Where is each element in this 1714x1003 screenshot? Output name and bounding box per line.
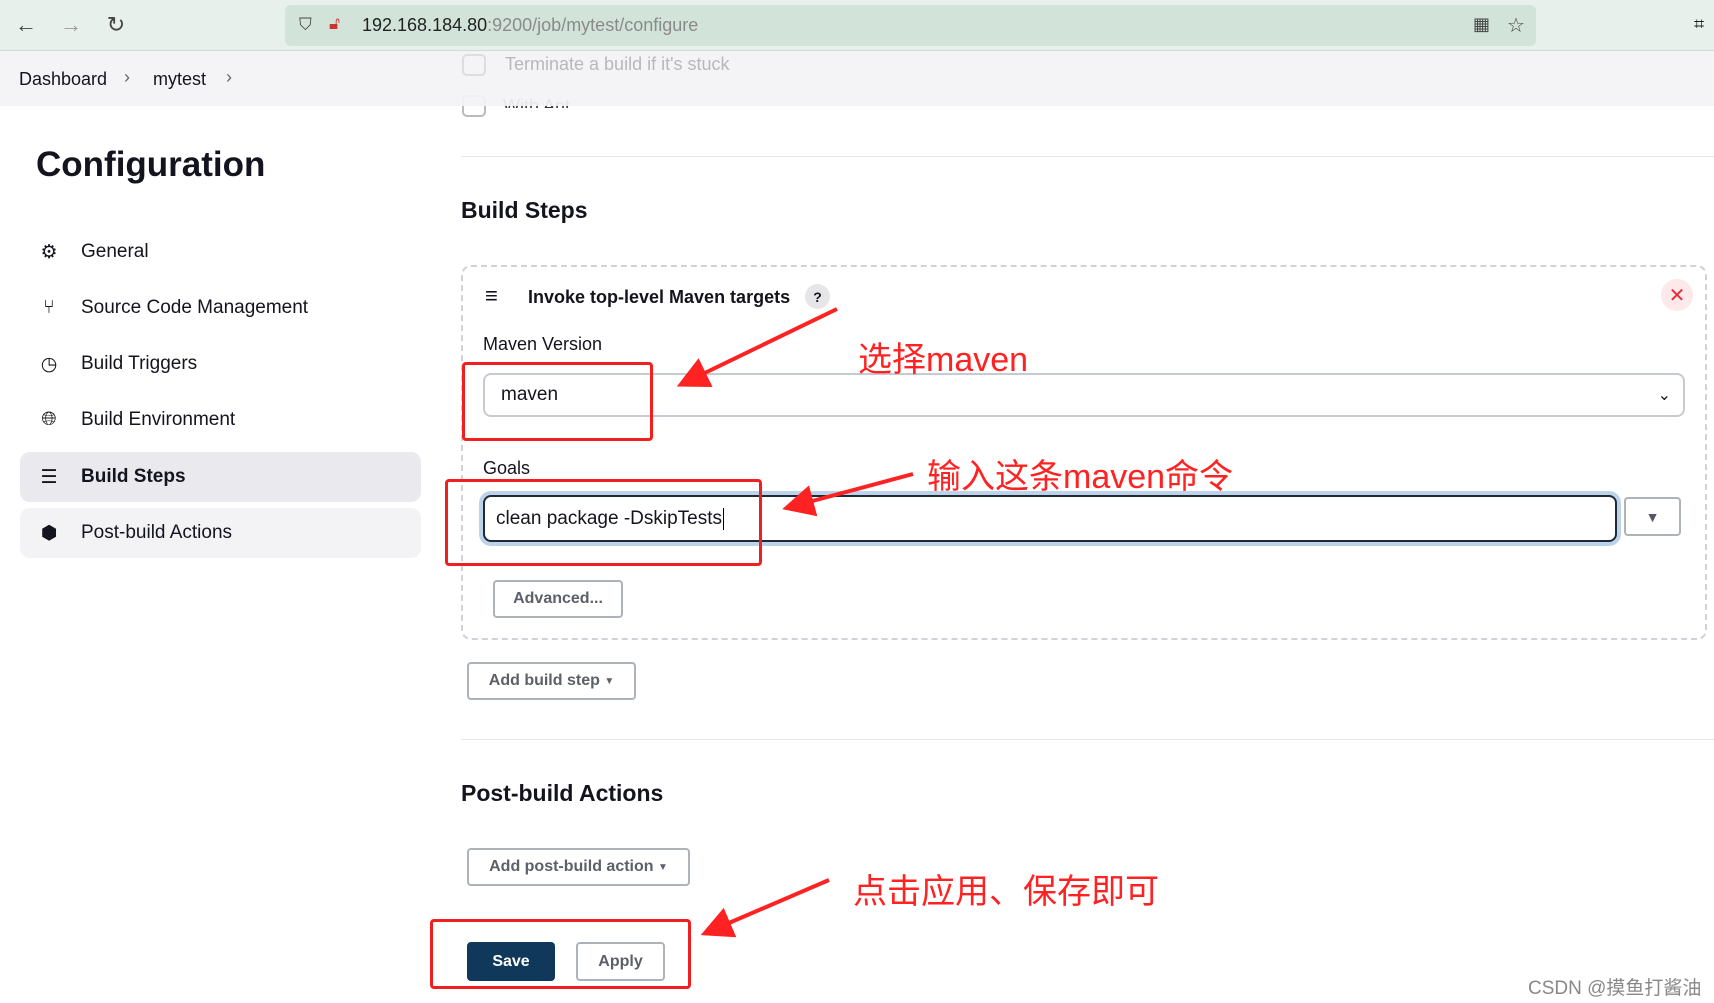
sidebar-item-build-environment[interactable]: 🌐︎ Build Environment — [20, 395, 421, 445]
sidebar-item-build-steps[interactable]: ☰ Build Steps — [20, 452, 421, 502]
maven-version-label: Maven Version — [483, 334, 603, 354]
qr-code-icon[interactable]: ▦ — [1473, 14, 1490, 35]
chevron-down-icon: ⌄ — [1657, 387, 1671, 404]
terminate-label: Terminate a build if it's stuck — [505, 54, 730, 74]
sidebar-item-label: Build Steps — [81, 466, 186, 487]
url-path: :9200/job/mytest/configure — [487, 15, 699, 35]
drag-handle-icon[interactable]: ≡ — [485, 283, 498, 309]
annotation-box-goals — [445, 479, 762, 566]
shield-icon: ⛉ — [299, 15, 312, 34]
annotation-box-maven — [462, 362, 653, 441]
add-post-build-action-label: Add post-build action — [489, 858, 654, 875]
annotation-enter-command: 输入这条maven命令 — [927, 458, 1234, 496]
sidebar-item-post-build-actions[interactable]: ⬢ Post-build Actions — [20, 508, 421, 558]
url-host: 192.168.184.80 — [362, 15, 488, 35]
chevron-right-icon: › — [226, 67, 232, 87]
clock-icon: ◷ — [40, 353, 58, 375]
breadcrumb-mytest[interactable]: mytest — [153, 69, 206, 90]
help-icon[interactable]: ? — [805, 284, 830, 309]
terminate-checkbox[interactable] — [462, 54, 486, 76]
insecure-lock-icon: 🔓︎ — [329, 14, 341, 33]
add-post-build-action-button[interactable]: Add post-build action ▼ — [467, 848, 690, 886]
bookmark-star-icon[interactable]: ☆ — [1507, 13, 1525, 38]
forward-button[interactable]: → — [58, 12, 84, 38]
build-steps-heading: Build Steps — [461, 197, 588, 223]
divider — [461, 156, 1714, 157]
divider — [461, 739, 1714, 740]
annotation-select-maven: 选择maven — [858, 341, 1029, 379]
maven-version-select[interactable]: maven ⌄ — [483, 373, 1685, 417]
annotation-box-save — [430, 919, 691, 989]
chevron-right-icon: › — [124, 67, 130, 87]
sidebar-item-build-triggers[interactable]: ◷ Build Triggers — [20, 339, 421, 389]
sidebar-item-source-code-management[interactable]: ⑂ Source Code Management — [20, 283, 421, 333]
step-title: Invoke top-level Maven targets — [528, 287, 791, 307]
goals-label: Goals — [483, 458, 531, 478]
close-icon[interactable]: ✕ — [1661, 279, 1693, 311]
crop-icon[interactable]: ⌗ — [1694, 14, 1704, 35]
branch-icon: ⑂ — [43, 297, 55, 318]
address-bar[interactable]: ⛉ 🔓︎ 192.168.184.80:9200/job/mytest/conf… — [285, 5, 1536, 46]
sidebar-item-label: Post-build Actions — [81, 522, 233, 543]
annotation-click-save: 点击应用、保存即可 — [853, 873, 1159, 911]
watermark: CSDN @摸鱼打酱油 — [1528, 978, 1702, 999]
sidebar-item-label: General — [81, 241, 149, 262]
caret-down-icon: ▼ — [604, 675, 615, 687]
add-build-step-label: Add build step — [488, 672, 600, 689]
advanced-button[interactable]: Advanced... — [493, 580, 623, 618]
back-button[interactable]: ← — [13, 12, 39, 38]
gear-icon: ⚙ — [40, 241, 58, 263]
breadcrumb-bar — [0, 51, 1714, 106]
globe-icon: 🌐︎ — [41, 409, 57, 430]
goals-expand-button[interactable]: ▼ — [1624, 497, 1681, 536]
page-title: Configuration — [36, 145, 266, 184]
list-icon: ☰ — [40, 466, 58, 488]
browser-toolbar: ← → ↻ ⛉ 🔓︎ 192.168.184.80:9200/job/mytes… — [0, 0, 1714, 51]
sidebar-item-general[interactable]: ⚙ General — [20, 227, 421, 277]
sidebar-item-label: Build Environment — [81, 409, 236, 430]
caret-down-icon: ▼ — [657, 861, 668, 873]
arrow-to-save — [700, 878, 830, 938]
package-icon: ⬢ — [40, 522, 58, 544]
sidebar-item-label: Build Triggers — [81, 353, 198, 374]
breadcrumb-dashboard[interactable]: Dashboard — [19, 69, 107, 90]
reload-button[interactable]: ↻ — [103, 12, 129, 38]
post-build-heading: Post-build Actions — [461, 780, 664, 806]
sidebar-item-label: Source Code Management — [81, 297, 309, 318]
add-build-step-button[interactable]: Add build step ▼ — [467, 662, 636, 700]
